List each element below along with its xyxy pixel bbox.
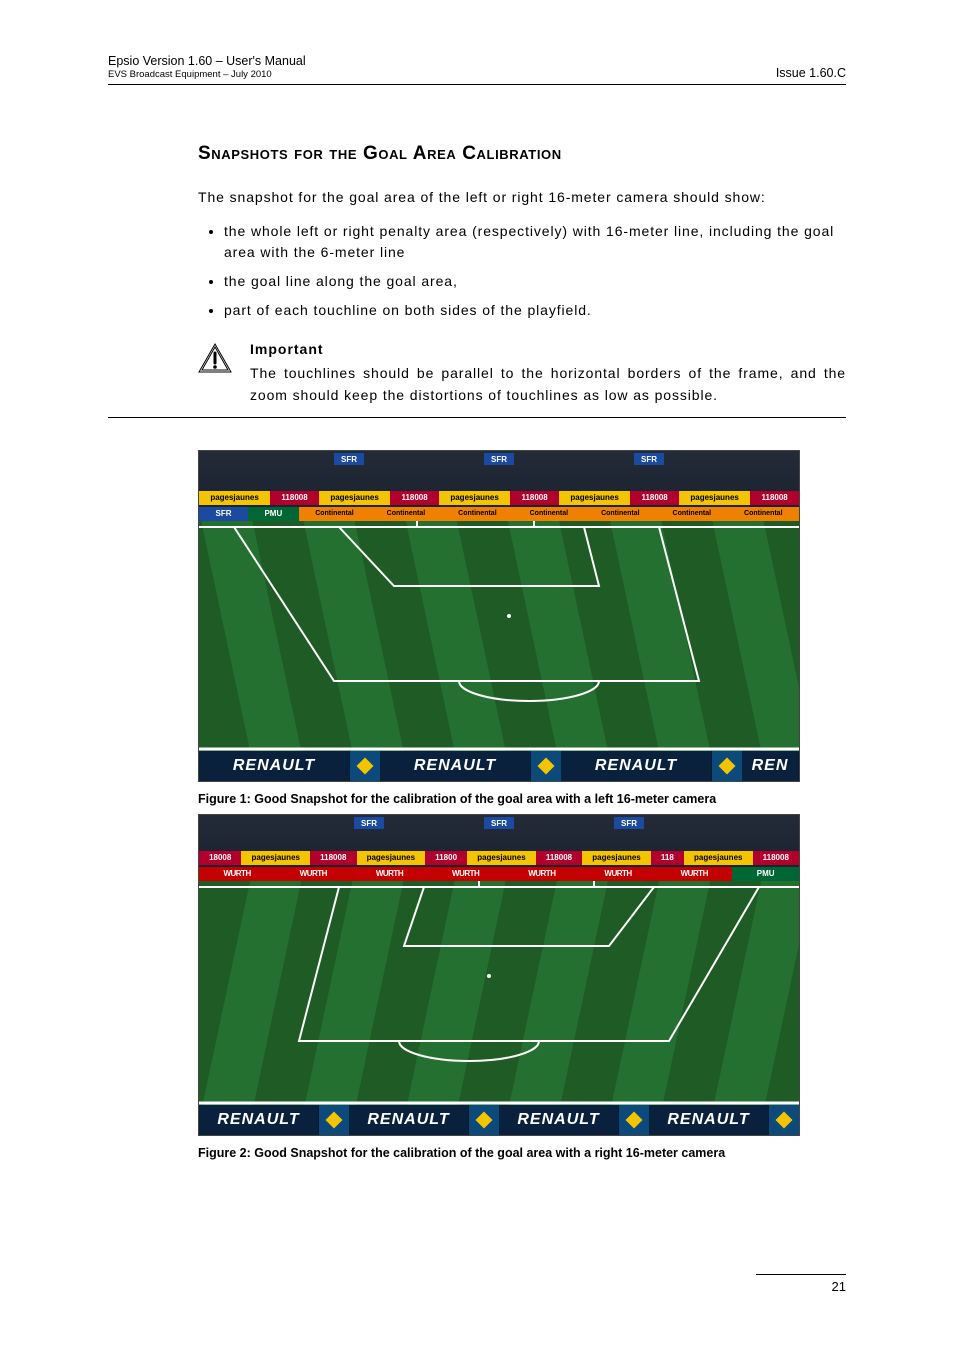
pitch-lines [199,521,799,751]
sponsor-wurth: WURTH [428,867,504,881]
renault-logo-icon [531,751,561,781]
figure-1-image: SFR SFR SFR pagesjaunes 118008 pagesjaun… [198,450,800,782]
sponsor-wurth: WURTH [504,867,580,881]
sponsor-sfr: SFR [484,453,514,465]
figure-2: SFR SFR SFR 18008 pagesjaunes 118008 pag… [198,814,846,1160]
sponsor-renault: RENAULT [649,1105,769,1135]
sponsor-sfr: SFR [199,507,248,521]
page-header: Epsio Version 1.60 – User's Manual EVS B… [108,54,846,80]
renault-logo-icon [712,751,742,781]
sponsor-pagesjaunes: pagesjaunes [582,851,651,865]
sponsor-renault: RENAULT [199,751,350,781]
sponsor-pagesjaunes: pagesjaunes [679,491,750,505]
figure-1-caption: Figure 1: Good Snapshot for the calibrat… [198,792,846,806]
sponsor-118008: 118008 [630,491,679,505]
sponsor-118008: 118008 [270,491,319,505]
sponsor-renault: RENAULT [380,751,531,781]
sponsor-continental: Continental [585,507,656,521]
sponsor-pagesjaunes: pagesjaunes [241,851,310,865]
sponsor-pagesjaunes: pagesjaunes [199,491,270,505]
sponsor-continental: Continental [656,507,727,521]
sponsor-118008: 118008 [310,851,356,865]
sponsor-continental: Continental [442,507,513,521]
sponsor-pagesjaunes: pagesjaunes [319,491,390,505]
sponsor-118008: 118008 [390,491,439,505]
figure-2-caption: Figure 2: Good Snapshot for the calibrat… [198,1146,846,1160]
sponsor-pagesjaunes: pagesjaunes [357,851,426,865]
important-callout: Important The touchlines should be paral… [198,341,846,406]
section-title: Snapshots for the Goal Area Calibration [198,143,846,165]
sponsor-renault: RENAULT [499,1105,619,1135]
figure-2-image: SFR SFR SFR 18008 pagesjaunes 118008 pag… [198,814,800,1136]
sponsor-118008: 118008 [510,491,559,505]
sponsor-renault: RENAULT [561,751,712,781]
sponsor-118008: 18008 [199,851,241,865]
sponsor-continental: Continental [299,507,370,521]
pitch-lines [199,881,799,1105]
sponsor-118008: 118 [651,851,684,865]
renault-logo-icon [469,1105,499,1135]
sponsor-wurth: WURTH [199,867,275,881]
section-rule [108,417,846,418]
sponsor-118008: 118008 [753,851,799,865]
sponsor-sfr: SFR [634,453,664,465]
sponsor-renault: REN [742,751,799,781]
renault-logo-icon [619,1105,649,1135]
page-number: 21 [756,1274,846,1294]
sponsor-renault: RENAULT [349,1105,469,1135]
header-rule [108,84,846,85]
sponsor-continental: Continental [513,507,584,521]
sponsor-wurth: WURTH [351,867,427,881]
warning-icon [198,343,232,373]
bullet-item: the whole left or right penalty area (re… [224,221,846,263]
figure-1: SFR SFR SFR pagesjaunes 118008 pagesjaun… [198,450,846,806]
sponsor-118008: 118008 [750,491,799,505]
renault-logo-icon [350,751,380,781]
header-subline: EVS Broadcast Equipment – July 2010 [108,69,306,80]
sponsor-renault: RENAULT [199,1105,319,1135]
sponsor-sfr: SFR [334,453,364,465]
sponsor-pagesjaunes: pagesjaunes [439,491,510,505]
sponsor-wurth: WURTH [275,867,351,881]
sponsor-pagesjaunes: pagesjaunes [559,491,630,505]
callout-label: Important [250,341,846,357]
sponsor-pmu: PMU [248,507,299,521]
renault-logo-icon [319,1105,349,1135]
bullet-item: the goal line along the goal area, [224,271,846,292]
sponsor-wurth: WURTH [656,867,732,881]
sponsor-sfr: SFR [614,817,644,829]
sponsor-continental: Continental [370,507,441,521]
header-issue: Issue 1.60.C [776,66,846,80]
sponsor-118008: 118008 [536,851,582,865]
sponsor-continental: Continental [728,507,799,521]
bullet-item: part of each touchline on both sides of … [224,300,846,321]
sponsor-wurth: WURTH [580,867,656,881]
sponsor-pagesjaunes: pagesjaunes [467,851,536,865]
section-intro: The snapshot for the goal area of the le… [198,187,846,207]
bottom-advert-board: RENAULT RENAULT RENAULT RENAULT [199,1105,799,1135]
callout-text: The touchlines should be parallel to the… [250,363,846,406]
bottom-advert-board: RENAULT RENAULT RENAULT REN [199,751,799,781]
header-product: Epsio Version 1.60 – User's Manual [108,54,306,68]
sponsor-pagesjaunes: pagesjaunes [684,851,753,865]
sponsor-sfr: SFR [484,817,514,829]
section-bullets: the whole left or right penalty area (re… [198,221,846,321]
sponsor-pmu: PMU [732,867,799,881]
renault-logo-icon [769,1105,799,1135]
sponsor-sfr: SFR [354,817,384,829]
sponsor-118008: 11800 [425,851,467,865]
